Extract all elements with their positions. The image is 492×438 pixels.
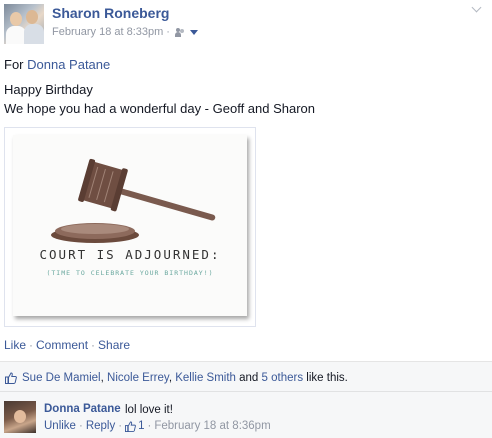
likes-text: Sue De Mamiel, Nicole Errey, Kellie Smit… <box>22 372 348 384</box>
comment-like-count[interactable]: 1 <box>138 420 144 432</box>
share-link[interactable]: Share <box>98 338 130 352</box>
likes-summary: Sue De Mamiel, Nicole Errey, Kellie Smit… <box>0 361 492 391</box>
post-message: Happy Birthday We hope you had a wonderf… <box>4 80 315 118</box>
message-line-1: Happy Birthday <box>4 82 93 97</box>
card-title: COURT IS ADJOURNED: <box>39 247 221 262</box>
comment-separator: · <box>147 420 152 432</box>
author-avatar[interactable] <box>4 4 44 44</box>
post-timestamp[interactable]: February 18 at 8:33pm <box>52 26 163 38</box>
for-name-link[interactable]: Donna Patane <box>27 57 110 72</box>
likes-and: and <box>239 372 259 384</box>
likes-suffix: like this. <box>306 372 348 384</box>
unlike-link[interactable]: Unlike <box>44 420 76 432</box>
for-line: For Donna Patane <box>4 57 110 72</box>
comment-link[interactable]: Comment <box>36 338 88 352</box>
likes-comma: , <box>100 372 104 384</box>
comment-text: lol love it! <box>125 404 173 416</box>
liker-link[interactable]: Nicole Errey <box>107 372 169 384</box>
post-meta: February 18 at 8:33pm · <box>52 26 198 38</box>
others-link[interactable]: 5 others <box>262 372 304 384</box>
for-prefix: For <box>4 57 24 72</box>
comment-timestamp[interactable]: February 18 at 8:36pm <box>154 420 270 432</box>
like-link[interactable]: Like <box>4 338 26 352</box>
meta-separator: · <box>166 26 170 38</box>
comment-actions: Unlike · Reply · 1 · February 18 at 8:36… <box>44 420 271 432</box>
post-options-chevron-icon[interactable] <box>472 6 482 12</box>
comment: Donna Patane lol love it! Unlike · Reply… <box>0 391 492 438</box>
thumbs-up-icon <box>5 372 17 384</box>
post: Sharon Roneberg February 18 at 8:33pm · … <box>0 0 492 360</box>
liker-link[interactable]: Kellie Smith <box>175 372 236 384</box>
friends-icon[interactable] <box>174 27 185 37</box>
gavel-icon <box>51 158 216 243</box>
thumbs-up-icon[interactable] <box>125 420 136 432</box>
birthday-card-image: COURT IS ADJOURNED: (TIME TO CELEBRATE Y… <box>13 135 247 316</box>
comment-author[interactable]: Donna Patane <box>44 403 121 415</box>
post-author[interactable]: Sharon Roneberg <box>52 5 169 21</box>
comment-avatar[interactable] <box>4 401 36 433</box>
reply-link[interactable]: Reply <box>86 420 115 432</box>
card-subtitle: (TIME TO CELEBRATE YOUR BIRTHDAY!) <box>46 269 214 277</box>
message-line-2: We hope you had a wonderful day - Geoff … <box>4 101 316 116</box>
chevron-down-icon[interactable] <box>189 29 198 35</box>
post-actions: Like · Comment · Share <box>4 338 130 352</box>
likes-comma: , <box>168 372 173 384</box>
action-separator: · <box>29 338 34 352</box>
post-photo[interactable]: COURT IS ADJOURNED: (TIME TO CELEBRATE Y… <box>4 127 256 327</box>
liker-link[interactable]: Sue De Mamiel <box>22 372 101 384</box>
comment-separator: · <box>118 420 123 432</box>
action-separator: · <box>91 338 96 352</box>
comment-separator: · <box>78 420 83 432</box>
